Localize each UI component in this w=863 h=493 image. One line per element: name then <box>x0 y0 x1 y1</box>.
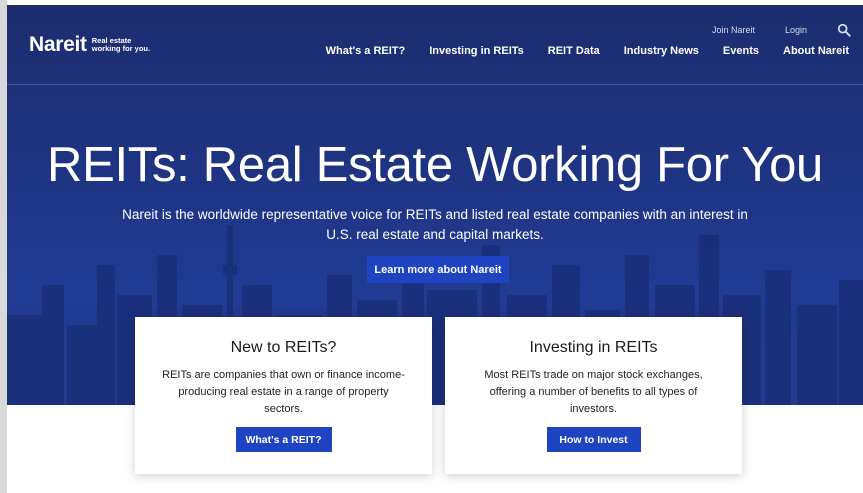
whats-a-reit-button[interactable]: What's a REIT? <box>235 427 332 452</box>
logo-tagline: Real estate working for you. <box>92 37 150 53</box>
learn-more-button[interactable]: Learn more about Nareit <box>367 256 509 283</box>
login-link[interactable]: Login <box>785 25 807 35</box>
hero-title: REITs: Real Estate Working For You <box>47 138 823 192</box>
search-icon[interactable] <box>837 23 851 37</box>
main-nav: What's a REIT? Investing in REITs REIT D… <box>326 45 849 57</box>
utility-nav: Join Nareit Login <box>712 23 851 37</box>
header-divider <box>7 84 863 85</box>
card-text: Most REITs trade on major stock exchange… <box>484 369 703 415</box>
how-to-invest-button[interactable]: How to Invest <box>546 427 641 452</box>
page: Nareit Real estate working for you. Join… <box>0 0 863 493</box>
nareit-logo[interactable]: Nareit Real estate working for you. <box>29 33 150 57</box>
join-nareit-link[interactable]: Join Nareit <box>712 25 755 35</box>
nav-item-reit-data[interactable]: REIT Data <box>548 45 600 57</box>
nav-item-about-nareit[interactable]: About Nareit <box>783 45 849 57</box>
nav-item-investing-in-reits[interactable]: Investing in REITs <box>429 45 524 57</box>
card-investing-in-reits: Investing in REITs Most REITs trade on m… <box>445 317 742 474</box>
nav-item-events[interactable]: Events <box>723 45 759 57</box>
logo-wordmark: Nareit <box>29 33 87 56</box>
card-title: New to REITs? <box>230 339 337 356</box>
card-text: REITs are companies that own or finance … <box>162 369 405 415</box>
card-new-to-reits: New to REITs? REITs are companies that o… <box>135 317 432 474</box>
hero-subtitle: Nareit is the worldwide representative v… <box>122 207 748 242</box>
window-edge <box>0 0 7 493</box>
logo-tagline-line2: working for you. <box>91 44 151 53</box>
card-title: Investing in REITs <box>529 339 658 356</box>
nav-item-whats-a-reit[interactable]: What's a REIT? <box>326 45 406 57</box>
nav-item-industry-news[interactable]: Industry News <box>624 45 699 57</box>
